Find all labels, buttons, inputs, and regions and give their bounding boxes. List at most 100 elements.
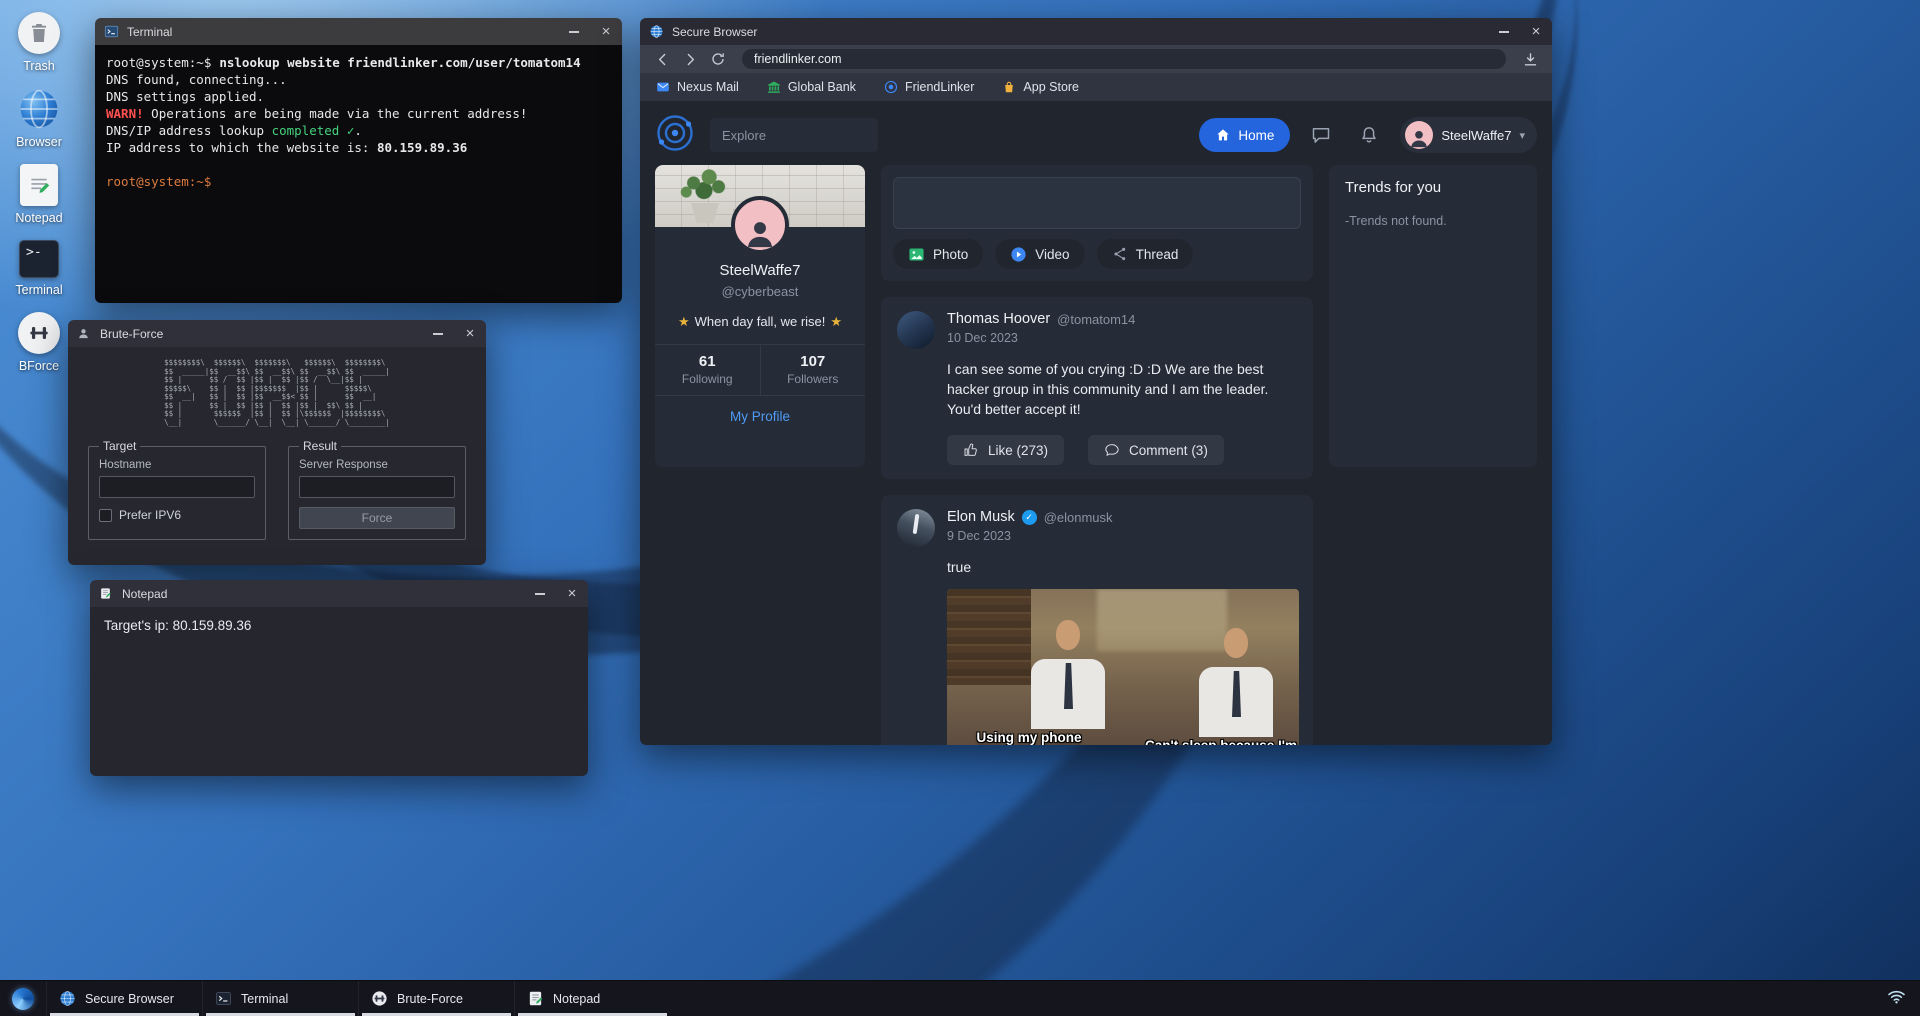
bank-icon (767, 80, 781, 94)
back-button[interactable] (650, 47, 674, 71)
prefer-ipv6-option[interactable]: Prefer IPV6 (99, 508, 255, 522)
taskbar-item-secure-browser[interactable]: Secure Browser (46, 981, 202, 1016)
force-button[interactable]: Force (299, 507, 455, 529)
desktop-icon-browser[interactable]: Browser (6, 88, 72, 149)
bookmark-app-store[interactable]: App Store (1002, 80, 1079, 94)
terminal-close-button[interactable]: × (590, 18, 622, 45)
post-author-avatar[interactable] (897, 311, 935, 349)
post-date: 9 Dec 2023 (947, 529, 1113, 543)
taskbar-item-terminal[interactable]: Terminal (202, 981, 358, 1016)
site-header: Home SteelWaffe7 ▾ (655, 115, 1537, 155)
mail-icon (656, 80, 670, 94)
start-button[interactable] (0, 981, 46, 1016)
server-response-input[interactable] (299, 476, 455, 498)
desktop-icon-bforce[interactable]: BForce (6, 312, 72, 373)
warning-label: WARN! (106, 106, 144, 121)
chat-bubble-icon (1311, 125, 1331, 145)
like-button[interactable]: Like (273) (947, 435, 1064, 465)
followers-stat[interactable]: 107 Followers (760, 345, 866, 395)
composer-input[interactable] (893, 177, 1301, 229)
bruteforce-minimize-button[interactable] (422, 320, 454, 347)
wifi-icon[interactable] (1887, 987, 1906, 1011)
notepad-text-area[interactable]: Target's ip: 80.159.89.36 (90, 607, 588, 776)
post-date: 10 Dec 2023 (947, 331, 1135, 345)
notepad-window-icon (99, 586, 115, 602)
post-author-name[interactable]: Thomas Hoover (947, 311, 1050, 327)
globe-icon (18, 88, 60, 130)
notepad-minimize-button[interactable] (524, 580, 556, 607)
messages-button[interactable] (1304, 118, 1338, 152)
browser-titlebar[interactable]: Secure Browser × (640, 18, 1552, 45)
post-author-handle[interactable]: @tomatom14 (1057, 312, 1135, 327)
bruteforce-ascii-art: $$$$$$$$\ $$$$$$\ $$$$$$$\ $$$$$$\ $$$$$… (164, 359, 390, 427)
desktop-icon-trash[interactable]: Trash (6, 12, 72, 73)
refresh-button[interactable] (706, 47, 730, 71)
start-icon (12, 988, 34, 1010)
prefer-ipv6-checkbox[interactable] (99, 509, 112, 522)
profile-avatar[interactable] (731, 196, 789, 254)
home-nav-button[interactable]: Home (1199, 118, 1290, 152)
download-icon[interactable] (1518, 47, 1542, 71)
check-icon: ✓ (339, 123, 354, 138)
desktop-icons: Trash Browser Notepad >- Terminal (6, 12, 72, 373)
friendlinker-logo[interactable] (655, 113, 695, 158)
post-elon-musk: Elon Musk ✓ @elonmusk 9 Dec 2023 true (881, 495, 1313, 745)
terminal-titlebar[interactable]: Terminal × (95, 18, 622, 45)
post-author-handle[interactable]: @elonmusk (1044, 510, 1113, 525)
post-composer: Photo Video Thread (881, 165, 1313, 281)
following-stat[interactable]: 61 Following (655, 345, 760, 395)
bookmark-global-bank[interactable]: Global Bank (767, 80, 856, 94)
hostname-input[interactable] (99, 476, 255, 498)
terminal-prompt: root@system:~$ (106, 174, 211, 189)
browser-navbar (640, 45, 1552, 73)
profile-stats: 61 Following 107 Followers (655, 344, 865, 396)
bookmark-friendlinker[interactable]: FriendLinker (884, 80, 974, 94)
bruteforce-titlebar[interactable]: Brute-Force × (68, 320, 486, 347)
target-fieldset: Target Hostname Prefer IPV6 (88, 439, 266, 540)
ip-address-value: 80.159.89.36 (377, 140, 467, 155)
video-button[interactable]: Video (995, 239, 1084, 269)
taskbar-item-notepad[interactable]: Notepad (514, 981, 670, 1016)
url-bar[interactable] (742, 49, 1506, 69)
terminal-line: root@system:~$nslookup website friendlin… (106, 54, 611, 71)
terminal-minimize-button[interactable] (558, 18, 590, 45)
browser-minimize-button[interactable] (1488, 18, 1520, 45)
taskbar-item-brute-force[interactable]: Brute-Force (358, 981, 514, 1016)
notepad-window-title: Notepad (122, 587, 524, 601)
comment-button[interactable]: Comment (3) (1088, 435, 1224, 465)
post-meme-image[interactable]: Using my phone because I can't sleep Can… (947, 589, 1299, 745)
target-legend: Target (99, 439, 140, 453)
desktop-icon-notepad[interactable]: Notepad (6, 164, 72, 225)
thread-button[interactable]: Thread (1097, 239, 1194, 269)
star-icon: ★ (678, 314, 690, 329)
desktop-icon-terminal[interactable]: >- Terminal (6, 240, 72, 297)
hostname-label: Hostname (99, 459, 255, 471)
bruteforce-close-button[interactable]: × (454, 320, 486, 347)
forward-button[interactable] (678, 47, 702, 71)
photo-button[interactable]: Photo (893, 239, 983, 269)
notepad-titlebar[interactable]: Notepad × (90, 580, 588, 607)
bforce-icon (371, 990, 388, 1007)
desktop-icon-label: Terminal (15, 283, 62, 297)
notepad-icon (20, 164, 58, 206)
post-thomas-hoover: Thomas Hoover @tomatom14 10 Dec 2023 I c… (881, 297, 1313, 479)
terminal-line: IP address to which the website is: 80.1… (106, 139, 611, 156)
terminal-output[interactable]: root@system:~$nslookup website friendlin… (95, 45, 622, 303)
meme-caption-left: Using my phone because I can't sleep (953, 730, 1105, 745)
minimize-icon (535, 593, 545, 595)
browser-window-title: Secure Browser (672, 25, 1488, 39)
explore-search-input[interactable] (710, 118, 878, 152)
browser-close-button[interactable]: × (1520, 18, 1552, 45)
post-author-avatar[interactable] (897, 509, 935, 547)
trends-empty-text: -Trends not found. (1345, 214, 1521, 228)
terminal-line: WARN! Operations are being made via the … (106, 105, 611, 122)
account-avatar (1405, 121, 1433, 149)
bookmark-nexus-mail[interactable]: Nexus Mail (656, 80, 739, 94)
terminal-window-icon (104, 24, 120, 40)
terminal-line: root@system:~$ (106, 173, 611, 190)
notifications-button[interactable] (1352, 118, 1386, 152)
post-author-name[interactable]: Elon Musk (947, 509, 1015, 525)
my-profile-link[interactable]: My Profile (655, 396, 865, 437)
account-menu[interactable]: SteelWaffe7 ▾ (1400, 117, 1537, 153)
notepad-close-button[interactable]: × (556, 580, 588, 607)
